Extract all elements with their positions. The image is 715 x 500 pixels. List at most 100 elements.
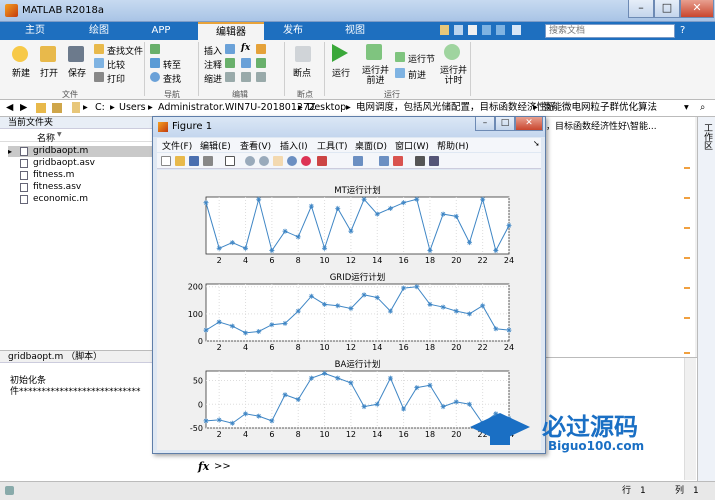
save-figure-icon[interactable] <box>189 156 199 166</box>
path-segment-users[interactable]: Users <box>119 100 146 116</box>
expand-icon[interactable]: ▸ <box>8 146 12 157</box>
breakpoint-icon[interactable] <box>295 46 311 62</box>
path-dropdown-icon[interactable]: ▾ <box>684 100 689 116</box>
workspace-label[interactable]: 工作区 <box>701 123 714 150</box>
figure-menu-insert[interactable]: 插入(I) <box>280 139 308 152</box>
run-section-button[interactable]: 运行节 <box>408 52 435 65</box>
rotate-icon[interactable] <box>287 156 297 166</box>
breakpoints-button[interactable]: 断点 <box>293 66 311 79</box>
figure-menu-file[interactable]: 文件(F) <box>162 139 192 152</box>
figure-menu-desktop[interactable]: 桌面(D) <box>355 139 387 152</box>
path-segment-user[interactable]: Administrator.WIN7U-20180127Z <box>158 100 316 116</box>
forward-arrow-icon[interactable]: ▶ <box>20 100 27 116</box>
path-segment-project[interactable]: 电网调度，包括风光储配置，目标函数经济性好 <box>356 100 556 116</box>
print-figure-icon[interactable] <box>203 156 213 166</box>
column-name[interactable]: 名称 <box>37 131 55 144</box>
uncomment-icon[interactable] <box>256 58 266 68</box>
tab-view[interactable]: 视图 <box>324 22 386 40</box>
help-icon[interactable]: ? <box>680 25 685 36</box>
new-figure-icon[interactable] <box>161 156 171 166</box>
path-segment-folder[interactable]: 智能微电网粒子群优化算法 <box>543 100 657 116</box>
path-segment-desktop[interactable]: Desktop <box>307 100 346 116</box>
run-advance-button[interactable]: 运行并 前进 <box>362 66 389 86</box>
find-button[interactable]: 查找 <box>163 72 181 85</box>
redo-icon[interactable] <box>496 25 505 35</box>
zoom-out-icon[interactable] <box>259 156 269 166</box>
comment-button[interactable]: 注释 <box>204 58 222 71</box>
print-icon[interactable] <box>94 72 104 82</box>
pan-icon[interactable] <box>273 156 283 166</box>
maximize-button[interactable]: □ <box>654 0 680 18</box>
find-icon[interactable] <box>150 72 160 82</box>
new-icon[interactable] <box>12 46 28 62</box>
run-time-icon[interactable] <box>444 44 460 60</box>
figure-maximize-button[interactable]: □ <box>495 117 515 131</box>
run-button[interactable]: 运行 <box>332 66 350 79</box>
back-arrow-icon[interactable]: ◀ <box>6 100 13 116</box>
close-button[interactable]: ✕ <box>680 0 714 18</box>
colorbar-icon[interactable] <box>379 156 389 166</box>
tab-plots[interactable]: 绘图 <box>68 22 130 40</box>
compare-icon[interactable] <box>94 58 104 68</box>
workspace-panel[interactable]: 工作区 <box>697 117 715 481</box>
figure-title-bar[interactable]: Figure 1 – □ ✕ <box>153 117 545 137</box>
insert-button[interactable]: 插入 <box>204 44 222 57</box>
command-scrollbar[interactable] <box>684 358 696 480</box>
address-bar[interactable]: ◀ ▶ ▸ C: ▸ Users ▸ Administrator.WIN7U-2… <box>0 100 715 117</box>
zoom-in-icon[interactable] <box>245 156 255 166</box>
path-segment-drive[interactable]: C: <box>95 100 105 116</box>
hide-plot-tools-icon[interactable] <box>415 156 425 166</box>
open-file-icon[interactable] <box>175 156 185 166</box>
editor-path-tab[interactable]: ，目标函数经济性好\智能... <box>546 119 694 132</box>
comment-percent-icon[interactable] <box>225 58 235 68</box>
figure-menu-edit[interactable]: 编辑(E) <box>200 139 231 152</box>
figure-menu-tools[interactable]: 工具(T) <box>317 139 348 152</box>
find-files-icon[interactable] <box>94 44 104 54</box>
print-button[interactable]: 打印 <box>107 72 125 85</box>
tab-apps[interactable]: APP <box>132 22 190 40</box>
minimize-button[interactable]: – <box>628 0 654 18</box>
search-docs-input[interactable] <box>545 24 675 38</box>
tab-home[interactable]: 主页 <box>4 22 66 40</box>
advance-button[interactable]: 前进 <box>408 68 426 81</box>
legend-icon[interactable] <box>393 156 403 166</box>
pointer-icon[interactable] <box>225 156 235 166</box>
decrease-indent-icon[interactable] <box>256 72 266 82</box>
show-plot-tools-icon[interactable] <box>429 156 439 166</box>
save-icon[interactable] <box>68 46 84 62</box>
data-cursor-icon[interactable] <box>301 156 311 166</box>
undo-icon[interactable] <box>482 25 491 35</box>
link-plot-icon[interactable] <box>353 156 363 166</box>
tab-publish[interactable]: 发布 <box>264 22 322 40</box>
figure-close-button[interactable]: ✕ <box>515 117 543 131</box>
figure-minimize-button[interactable]: – <box>475 117 495 131</box>
new-button[interactable]: 新建 <box>12 66 30 79</box>
wrap-comments-icon[interactable] <box>241 58 251 68</box>
open-folder-icon[interactable] <box>40 46 56 62</box>
advance-icon[interactable] <box>395 68 405 78</box>
fx-button[interactable]: fx <box>241 43 250 53</box>
smart-indent-icon[interactable] <box>225 72 235 82</box>
insert-fx-icon[interactable] <box>256 44 266 54</box>
save-button[interactable]: 保存 <box>68 66 86 79</box>
run-section-icon[interactable] <box>395 52 405 62</box>
save-icon[interactable] <box>440 25 449 35</box>
compare-button[interactable]: 比较 <box>107 58 125 71</box>
goto-button[interactable]: 转至 <box>163 58 181 71</box>
path-search-icon[interactable]: ⌕ <box>700 100 705 116</box>
find-files-button[interactable]: 查找文件 <box>107 44 143 57</box>
menu-overflow-icon[interactable]: ➘ <box>533 139 540 148</box>
up-folder-icon[interactable] <box>36 103 46 113</box>
switch-windows-icon[interactable] <box>512 25 521 35</box>
insert-section-icon[interactable] <box>225 44 235 54</box>
figure-menu-window[interactable]: 窗口(W) <box>395 139 429 152</box>
figure-menu-help[interactable]: 帮助(H) <box>437 139 469 152</box>
back-icon[interactable] <box>150 44 160 54</box>
figure-window[interactable]: Figure 1 – □ ✕ 文件(F) 编辑(E) 查看(V) 插入(I) 工… <box>152 116 546 454</box>
copy-icon[interactable] <box>468 25 477 35</box>
fx-prompt-icon[interactable]: fx <box>198 460 209 473</box>
figure-menu-view[interactable]: 查看(V) <box>240 139 271 152</box>
command-prompt[interactable]: >> <box>214 461 231 472</box>
run-advance-icon[interactable] <box>366 44 382 60</box>
open-button[interactable]: 打开 <box>40 66 58 79</box>
